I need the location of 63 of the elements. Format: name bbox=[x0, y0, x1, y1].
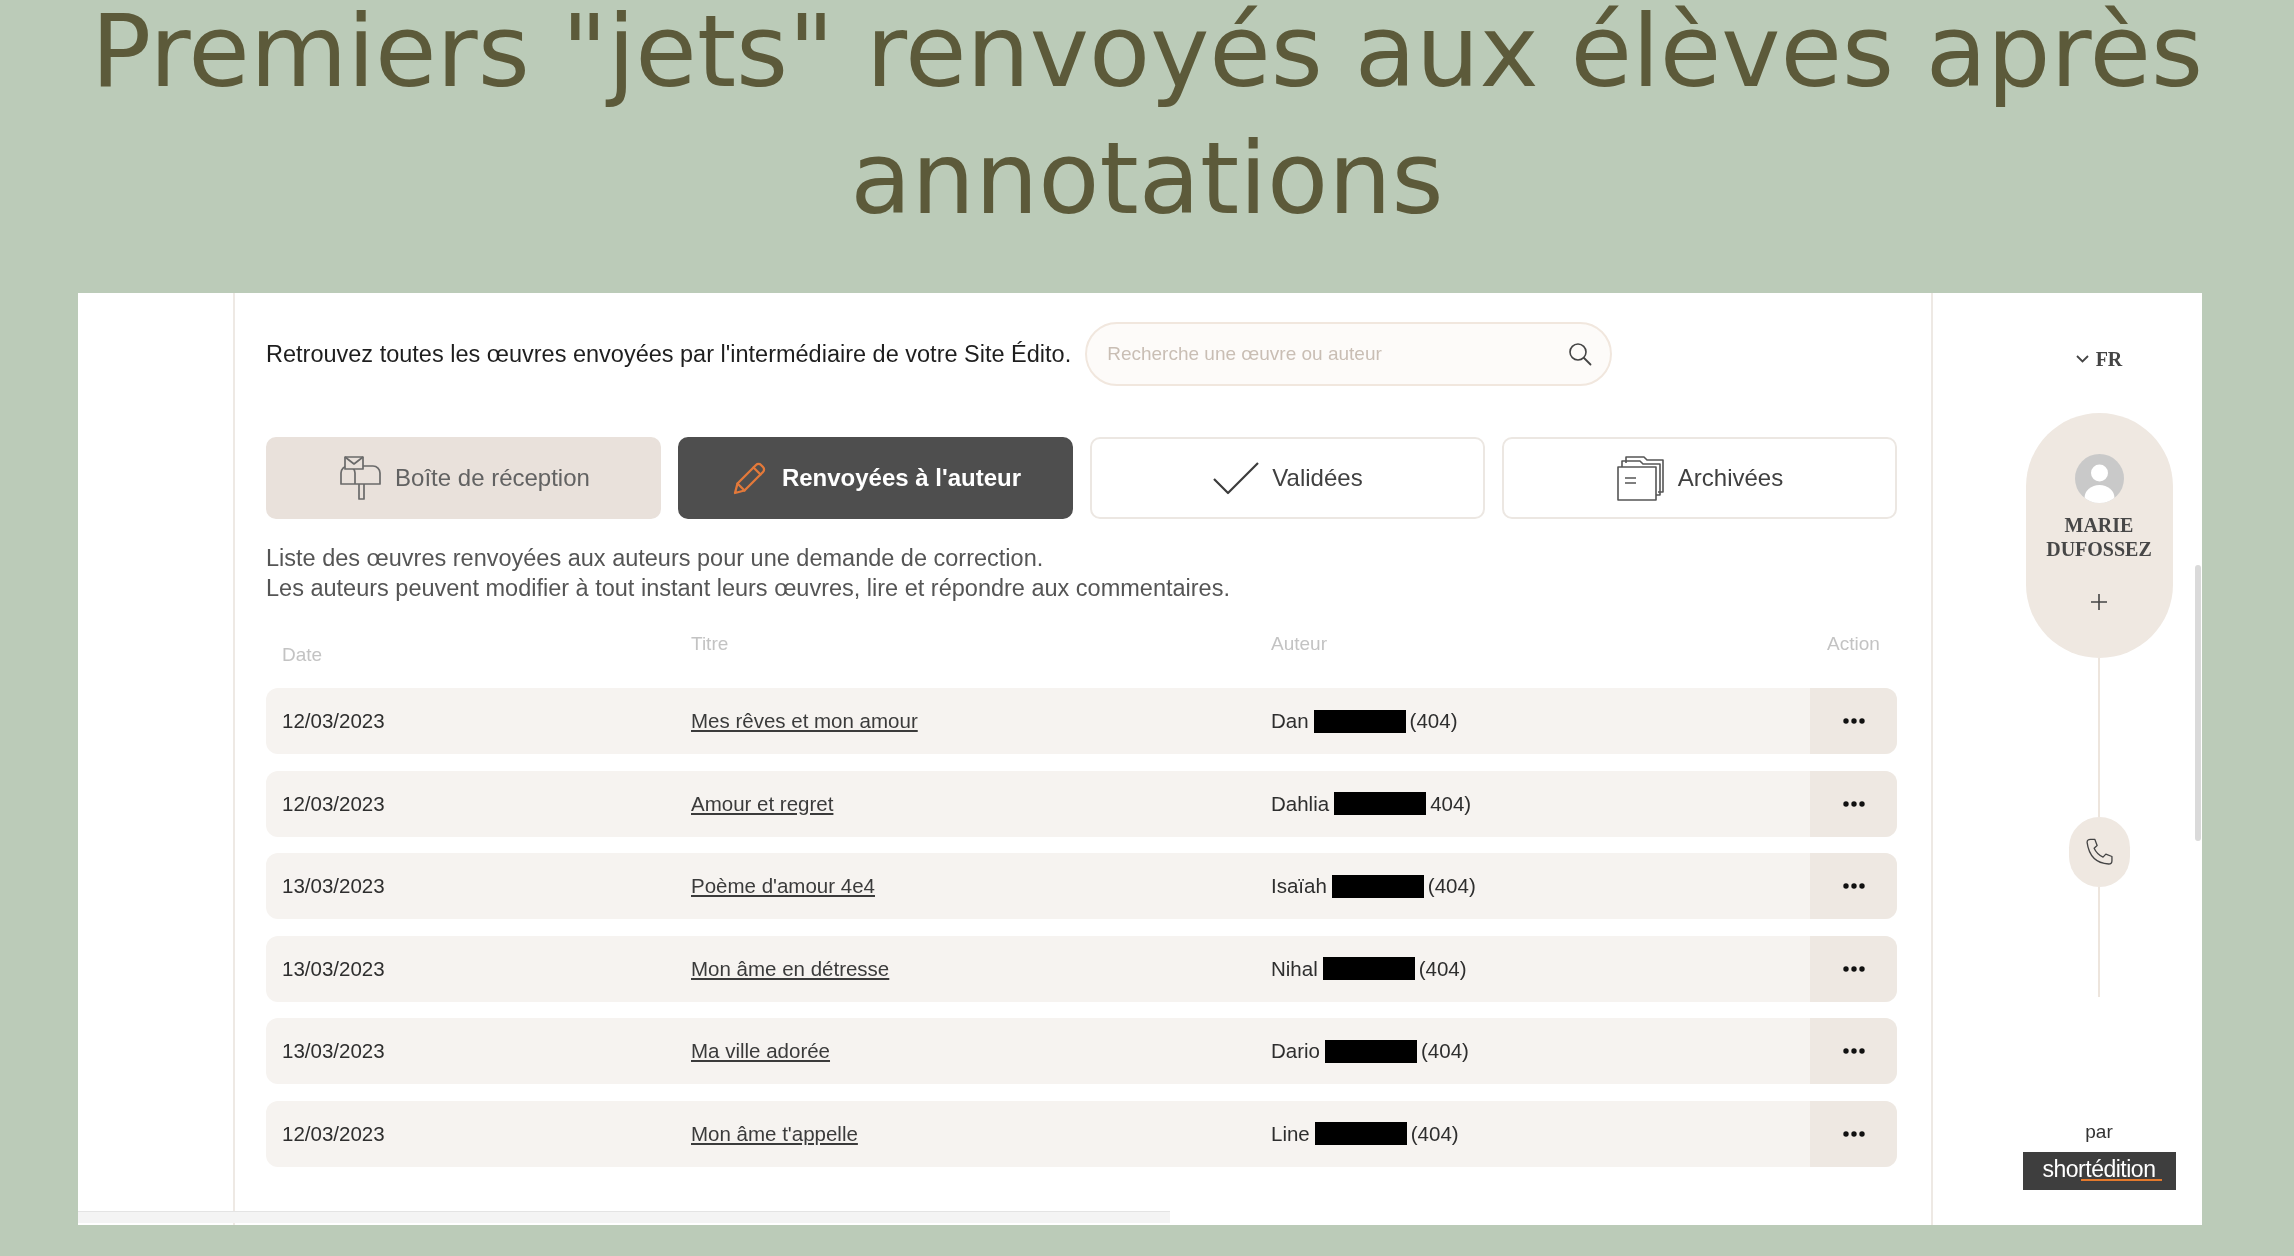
title-link[interactable]: Poème d'amour 4e4 bbox=[691, 874, 875, 897]
author-name: Line bbox=[1271, 1121, 1310, 1146]
checkmark-icon bbox=[1212, 460, 1261, 496]
tab[interactable]: Archivées bbox=[1502, 437, 1897, 519]
title-link[interactable]: Amour et regret bbox=[691, 791, 834, 815]
more-icon bbox=[1842, 965, 1865, 972]
column-header: Titre bbox=[691, 633, 729, 655]
folder-icon bbox=[1615, 454, 1666, 502]
search-field[interactable]: Recherche une œuvre ou auteur bbox=[1085, 322, 1613, 386]
title-link[interactable]: Mon âme en détresse bbox=[691, 956, 890, 980]
date-cell: 13/03/2023 bbox=[282, 956, 385, 981]
credit-text: par bbox=[2085, 1121, 2113, 1143]
avatar-icon bbox=[2074, 454, 2124, 503]
more-icon bbox=[1842, 800, 1865, 807]
title-link[interactable]: Mon âme t'appelle bbox=[691, 1121, 858, 1145]
more-button[interactable] bbox=[1810, 853, 1897, 919]
date-cell: 12/03/2023 bbox=[282, 1121, 385, 1146]
author-number: (404) bbox=[1427, 874, 1476, 898]
tab[interactable]: Boîte de réception bbox=[266, 437, 661, 519]
plus-icon[interactable] bbox=[2090, 593, 2108, 611]
date-cell: 12/03/2023 bbox=[282, 709, 385, 733]
intro-text: Retrouvez toutes les œuvres envoyées par l'intermédiaire de votre Site Édito. bbox=[266, 340, 1072, 368]
user-name: MARIE DUFOSSEZ bbox=[2045, 513, 2153, 561]
chevron-down-icon bbox=[2075, 355, 2089, 363]
author-name: Dario bbox=[1271, 1039, 1320, 1063]
author-number: (404) bbox=[1410, 1121, 1459, 1146]
brand-logo: shortédition bbox=[2022, 1152, 2176, 1190]
author-number: (404) bbox=[1409, 709, 1458, 733]
date-cell: 13/03/2023 bbox=[282, 874, 385, 898]
phone-icon bbox=[2084, 837, 2114, 867]
author-number: (404) bbox=[1418, 956, 1467, 981]
tab[interactable]: Renvoyées à l'auteur bbox=[678, 437, 1073, 519]
more-button[interactable] bbox=[1810, 1018, 1897, 1084]
author-number: 404) bbox=[1430, 791, 1472, 816]
date-cell: 13/03/2023 bbox=[282, 1039, 385, 1063]
more-icon bbox=[1842, 883, 1865, 889]
more-button[interactable] bbox=[1810, 688, 1897, 754]
vertical-scrollbar[interactable] bbox=[2195, 565, 2201, 841]
author-name: Isaïah bbox=[1271, 874, 1327, 898]
author-number: (404) bbox=[1421, 1039, 1469, 1063]
author-name: Dan bbox=[1271, 709, 1309, 733]
horizontal-scrollbar[interactable] bbox=[78, 1211, 1170, 1223]
mailbox-icon bbox=[337, 455, 384, 501]
title-link[interactable]: Ma ville adorée bbox=[691, 1039, 830, 1062]
more-button[interactable] bbox=[1810, 1100, 1897, 1167]
description-text: Les auteurs peuvent modifier à tout instant leurs œuvres, lire et répondre aux commentaires. bbox=[266, 574, 1230, 603]
more-icon bbox=[1842, 718, 1865, 724]
column-header: Date bbox=[282, 644, 323, 666]
date-cell: 12/03/2023 bbox=[282, 791, 385, 816]
author-name: Dahlia bbox=[1271, 791, 1330, 816]
search-icon[interactable] bbox=[1568, 342, 1593, 366]
author-name: Nihal bbox=[1271, 956, 1318, 981]
description-text: Liste des œuvres renvoyées aux auteurs pour une demande de correction. bbox=[266, 544, 1044, 573]
more-icon bbox=[1842, 1130, 1865, 1137]
more-icon bbox=[1842, 1048, 1865, 1054]
tab[interactable]: Validées bbox=[1090, 437, 1485, 519]
column-header: Action bbox=[1827, 633, 1880, 655]
more-button[interactable] bbox=[1810, 935, 1897, 1002]
title-link[interactable]: Mes rêves et mon amour bbox=[691, 709, 918, 732]
more-button[interactable] bbox=[1810, 770, 1897, 837]
page-title: Premiers "jets" renvoyés aux élèves après annotations bbox=[89, 0, 2205, 239]
column-header: Auteur bbox=[1271, 633, 1327, 655]
language-selector[interactable]: FR bbox=[2075, 347, 2123, 371]
